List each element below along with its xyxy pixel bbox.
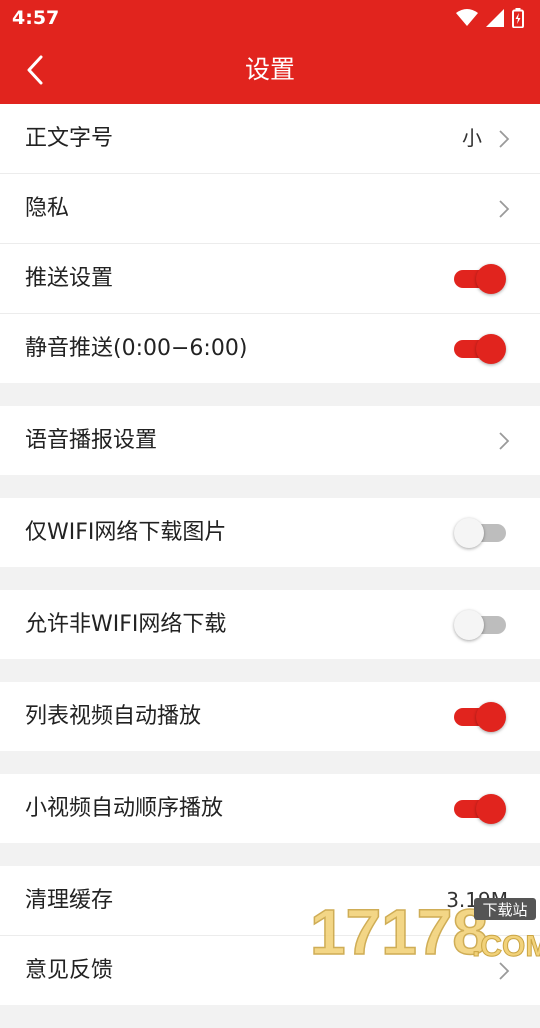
settings-row: 允许非WIFI网络下载 [0,590,540,659]
settings-row[interactable]: 语音播报设置 [0,406,540,475]
settings-row-label: 清理缓存 [25,888,114,913]
toggle-knob [454,610,484,640]
toggle-switch[interactable] [454,702,506,732]
settings-row-label: 隐私 [25,196,70,221]
toggle-knob [454,518,484,548]
signal-icon [486,9,504,27]
settings-row-label: 仅WIFI网络下载图片 [25,520,227,545]
toggle-switch[interactable] [454,518,506,548]
settings-row: 推送设置 [0,244,540,314]
toggle-knob [476,794,506,824]
toggle-switch[interactable] [454,334,506,364]
chevron-right-icon [499,130,510,148]
settings-row: 小视频自动顺序播放 [0,774,540,843]
settings-group: 语音播报设置 [0,406,540,475]
settings-group: 列表视频自动播放 [0,682,540,751]
settings-row-label: 列表视频自动播放 [25,704,202,729]
wifi-icon [456,9,478,26]
settings-row-label: 小视频自动顺序播放 [25,796,224,821]
watermark-logo: 17178 下载站 .COM [310,896,540,960]
settings-row-label: 意见反馈 [25,958,114,983]
toggle-switch[interactable] [454,610,506,640]
settings-row-value: 小 [462,126,482,150]
settings-row-label: 静音推送(0:00−6:00) [25,336,248,361]
settings-group: 正文字号 小隐私推送设置静音推送(0:00−6:00) [0,104,540,383]
settings-row-label: 允许非WIFI网络下载 [25,612,227,637]
status-time: 4:57 [12,7,60,29]
watermark-digits: 17178 [310,896,488,960]
status-bar: 4:57 [0,0,540,36]
watermark-domain: .COM [472,930,540,960]
page-title: 设置 [244,55,295,84]
settings-row-label: 正文字号 [25,126,114,151]
settings-row-label: 语音播报设置 [25,428,158,453]
title-bar: 设置 [0,36,540,104]
settings-row[interactable]: 隐私 [0,174,540,244]
settings-group: 小视频自动顺序播放 [0,774,540,843]
status-icons [456,8,524,28]
watermark-tag: 下载站 [482,901,527,919]
chevron-right-icon [499,200,510,218]
settings-row: 仅WIFI网络下载图片 [0,498,540,567]
settings-group: 仅WIFI网络下载图片 [0,498,540,567]
toggle-knob [476,702,506,732]
toggle-knob [476,334,506,364]
settings-row[interactable]: 正文字号 小 [0,104,540,174]
settings-row: 列表视频自动播放 [0,682,540,751]
battery-charging-icon [512,8,524,28]
settings-row-label: 推送设置 [25,266,114,291]
settings-group: 允许非WIFI网络下载 [0,590,540,659]
toggle-switch[interactable] [454,794,506,824]
chevron-right-icon [499,962,510,980]
settings-row: 静音推送(0:00−6:00) [0,314,540,383]
chevron-right-icon [499,432,510,450]
toggle-switch[interactable] [454,264,506,294]
toggle-knob [476,264,506,294]
settings-list: 正文字号 小隐私推送设置静音推送(0:00−6:00) 语音播报设置仅WIFI网络下… [0,104,540,1028]
